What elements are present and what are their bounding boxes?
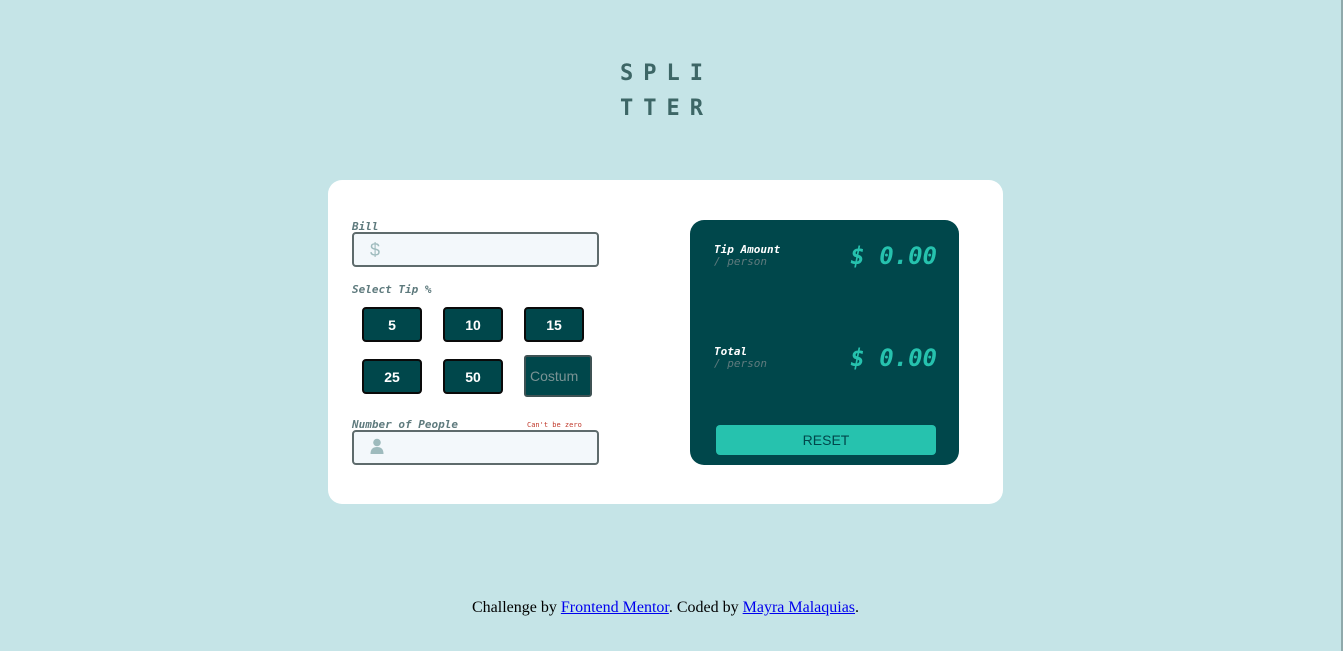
people-error-message: Can't be zero [527, 421, 582, 429]
total-per-person: / person [714, 357, 767, 370]
total-value: $ 0.00 [850, 344, 937, 372]
app-logo: SPLI TTER [620, 56, 730, 126]
bill-field[interactable]: $ [352, 232, 599, 267]
footer-middle: . Coded by [668, 599, 743, 616]
tip-button-10[interactable]: 10 [443, 307, 503, 342]
people-field[interactable] [352, 430, 599, 465]
logo-line-1: SPLI [620, 61, 713, 86]
results-panel: Tip Amount / person $ 0.00 Total / perso… [690, 220, 959, 465]
attribution-footer: Challenge by Frontend Mentor. Coded by M… [0, 599, 1331, 617]
tip-button-15[interactable]: 15 [524, 307, 584, 342]
tip-amount-value: $ 0.00 [850, 242, 937, 270]
frontend-mentor-link[interactable]: Frontend Mentor [561, 599, 669, 616]
logo-line-2: TTER [620, 96, 713, 121]
footer-suffix: . [855, 599, 860, 616]
footer-prefix: Challenge by [471, 599, 561, 616]
tip-button-5[interactable]: 5 [362, 307, 422, 342]
person-icon [370, 438, 384, 459]
people-input[interactable] [394, 436, 593, 462]
dollar-icon: $ [370, 240, 381, 260]
bill-input[interactable] [394, 238, 593, 264]
select-tip-label: Select Tip % [352, 283, 432, 296]
calculator-card: Bill $ Select Tip % 5 10 15 25 50 Number… [328, 180, 1003, 504]
tip-button-50[interactable]: 50 [443, 359, 503, 394]
tip-amount-per-person: / person [714, 255, 767, 268]
reset-button[interactable]: RESET [716, 425, 936, 455]
tip-button-25[interactable]: 25 [362, 359, 422, 394]
author-link[interactable]: Mayra Malaquias [743, 599, 855, 616]
custom-tip-input[interactable] [524, 355, 592, 397]
